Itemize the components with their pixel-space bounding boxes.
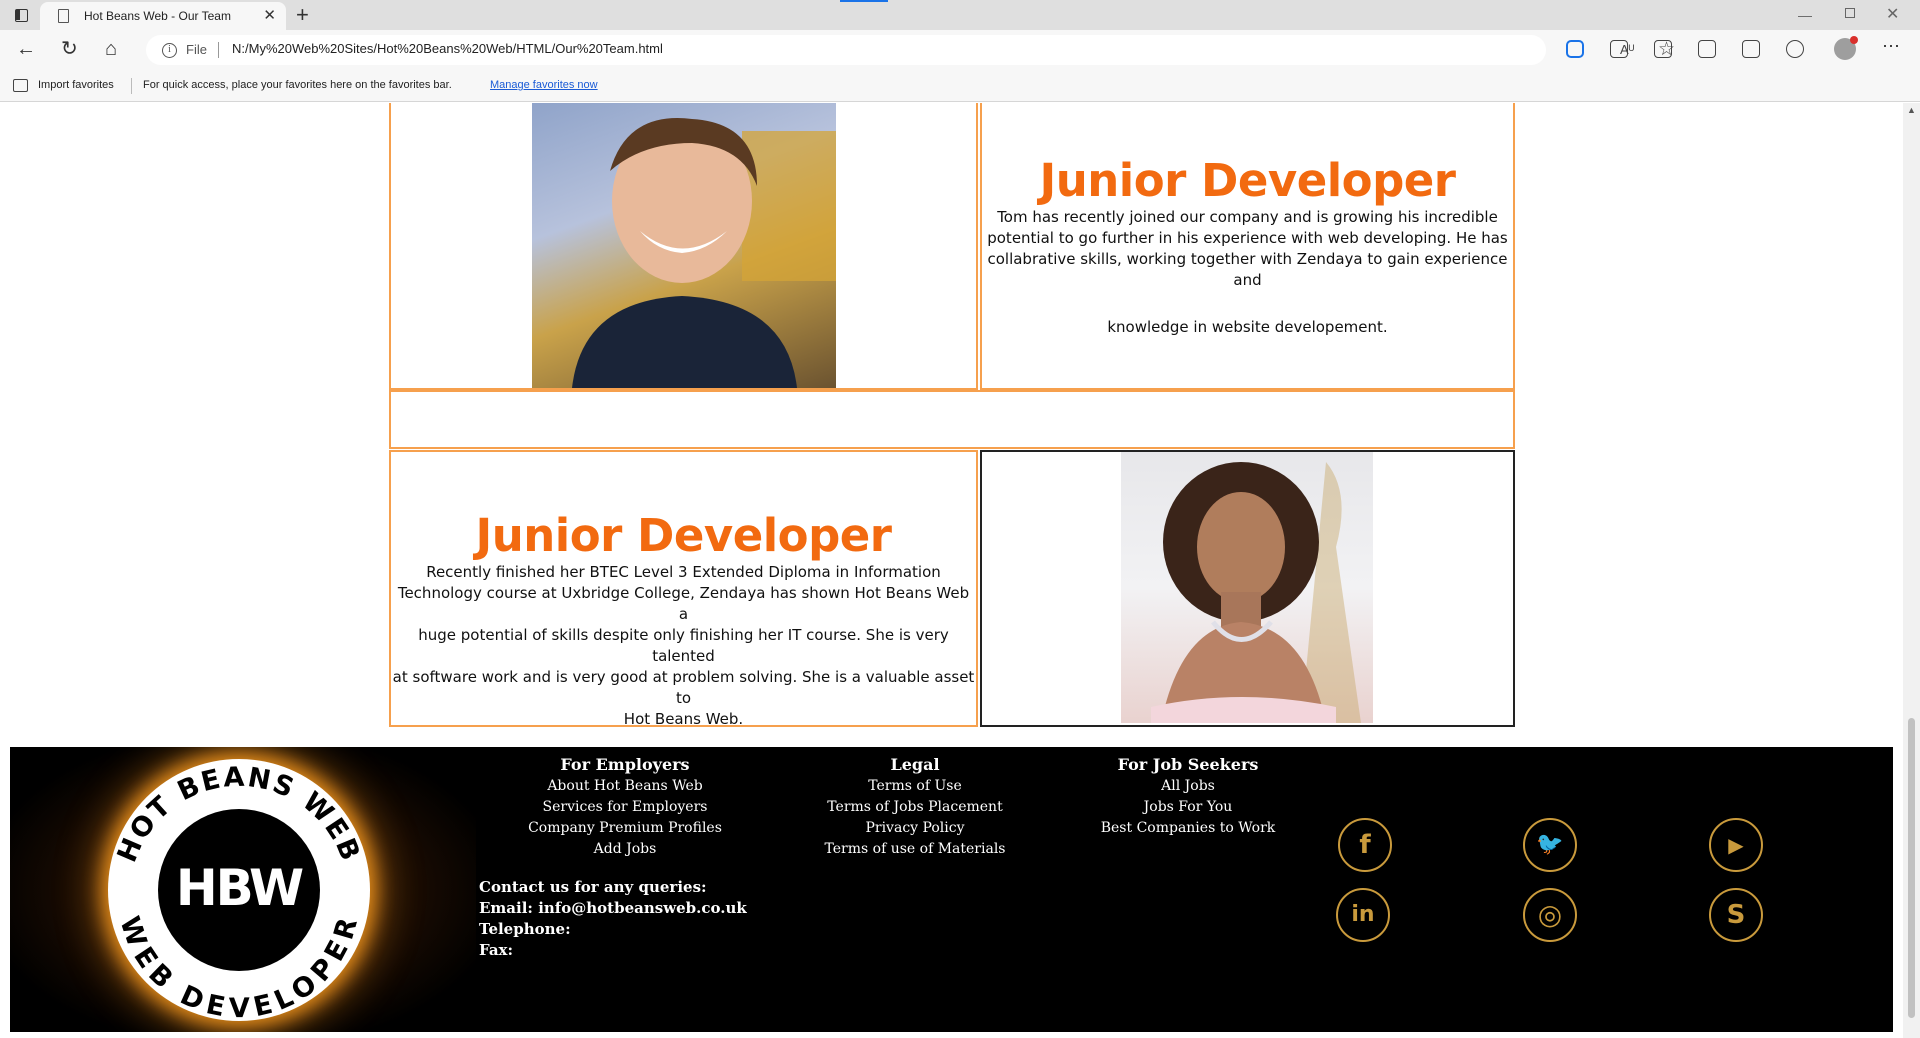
telephone-label: Telephone: bbox=[479, 920, 571, 938]
tab-title: Hot Beans Web - Our Team bbox=[84, 9, 231, 23]
scroll-up-icon[interactable]: ▲ bbox=[1907, 105, 1916, 115]
tom-info-cell: Junior Developer Tom has recently joined… bbox=[980, 103, 1515, 390]
youtube-icon[interactable]: ▶ bbox=[1709, 818, 1763, 872]
legal-heading: Legal bbox=[890, 755, 940, 774]
refresh-icon[interactable]: ↻ bbox=[61, 38, 78, 60]
tom-role-title: Junior Developer bbox=[1039, 154, 1456, 207]
vertical-scrollbar[interactable]: ▲ bbox=[1903, 103, 1920, 1038]
zendaya-bio: Recently finished her BTEC Level 3 Exten… bbox=[391, 562, 976, 730]
info-icon[interactable]: i bbox=[162, 43, 177, 58]
zendaya-bio-line: at software work and is very good at pro… bbox=[392, 668, 975, 707]
tom-bio-line: potential to go further in his experienc… bbox=[987, 229, 1508, 247]
spacer-cell bbox=[389, 390, 1515, 449]
twitter-icon[interactable]: 🐦 bbox=[1523, 818, 1577, 872]
window-close-icon[interactable]: ✕ bbox=[1886, 4, 1899, 24]
file-label: File bbox=[186, 42, 207, 57]
svg-text:HOT BEANS WEB: HOT BEANS WEB bbox=[112, 762, 367, 867]
tom-bio-line: collabrative skills, working together wi… bbox=[987, 250, 1508, 289]
zendaya-bio-line: huge potential of skills despite only fi… bbox=[418, 626, 949, 665]
logo-top-text: HOT BEANS WEB bbox=[112, 762, 365, 867]
new-tab-button[interactable]: + bbox=[296, 2, 309, 28]
tab-loading-indicator bbox=[840, 0, 888, 2]
employers-heading: For Employers bbox=[560, 755, 690, 774]
contact-heading: Contact us for any queries: bbox=[479, 878, 707, 896]
zendaya-role-title: Junior Developer bbox=[475, 509, 892, 562]
home-icon[interactable]: ⌂ bbox=[105, 38, 117, 60]
zendaya-info-cell: Junior Developer Recently finished her B… bbox=[389, 450, 978, 730]
zendaya-bio-line: Hot Beans Web. bbox=[623, 710, 744, 728]
footer-link-privacy[interactable]: Privacy Policy bbox=[810, 818, 1020, 839]
page-viewport: Junior Developer Tom has recently joined… bbox=[0, 103, 1920, 1038]
zendaya-photo bbox=[1121, 452, 1373, 723]
footer-link-premium-profiles[interactable]: Company Premium Profiles bbox=[520, 818, 730, 839]
favorites-message: For quick access, place your favorites h… bbox=[143, 79, 452, 91]
address-bar: ← ↻ ⌂ i File N:/My%20Web%20Sites/Hot%20B… bbox=[0, 30, 1920, 70]
zendaya-photo-cell bbox=[980, 450, 1515, 727]
extensions-icon[interactable] bbox=[1610, 40, 1628, 58]
tom-photo-cell bbox=[389, 103, 978, 390]
contact-email-row: Email: info@hotbeansweb.co.uk bbox=[479, 898, 747, 919]
skype-icon[interactable]: S bbox=[1709, 888, 1763, 942]
footer-link-all-jobs[interactable]: All Jobs bbox=[1083, 776, 1293, 797]
svg-text:WEB DEVELOPER: WEB DEVELOPER bbox=[113, 913, 364, 1025]
notification-dot bbox=[1850, 36, 1858, 44]
collections-icon[interactable] bbox=[1742, 40, 1760, 58]
facebook-icon[interactable]: f bbox=[1338, 818, 1392, 872]
import-favorites-link[interactable]: Import favorites bbox=[38, 79, 114, 91]
legal-column: Legal Terms of Use Terms of Jobs Placeme… bbox=[810, 755, 1020, 860]
site-footer: HOT BEANS WEB WEB DEVELOPER HBW For Empl… bbox=[10, 747, 1893, 1032]
seekers-column: For Job Seekers All Jobs Jobs For You Be… bbox=[1083, 755, 1293, 839]
footer-link-terms-of-use[interactable]: Terms of Use bbox=[810, 776, 1020, 797]
active-tab[interactable]: Hot Beans Web - Our Team ✕ bbox=[40, 2, 286, 30]
scroll-thumb[interactable] bbox=[1908, 718, 1915, 1018]
restore-icon[interactable] bbox=[1845, 8, 1855, 18]
tom-photo bbox=[532, 103, 836, 388]
import-favorites-icon[interactable] bbox=[13, 79, 28, 92]
cast-icon[interactable] bbox=[1654, 40, 1672, 58]
tab-actions-icon[interactable] bbox=[15, 9, 28, 22]
zendaya-bio-line: Recently finished her BTEC Level 3 Exten… bbox=[426, 563, 941, 581]
employers-column: For Employers About Hot Beans Web Servic… bbox=[520, 755, 730, 860]
browser-essentials-icon[interactable] bbox=[1786, 40, 1804, 58]
tab-strip: Hot Beans Web - Our Team ✕ + — ✕ bbox=[0, 0, 1920, 30]
footer-link-materials[interactable]: Terms of use of Materials bbox=[810, 839, 1020, 860]
tom-portrait-illustration bbox=[572, 118, 836, 388]
url-field[interactable]: i File N:/My%20Web%20Sites/Hot%20Beans%2… bbox=[146, 35, 1675, 65]
footer-link-best-companies[interactable]: Best Companies to Work bbox=[1083, 818, 1293, 839]
email-link[interactable]: info@hotbeansweb.co.uk bbox=[538, 899, 747, 917]
email-label: Email: bbox=[479, 899, 533, 917]
back-icon[interactable]: ← bbox=[16, 38, 36, 60]
url-separator bbox=[218, 42, 219, 58]
seekers-heading: For Job Seekers bbox=[1117, 755, 1259, 774]
logo-bottom-text: WEB DEVELOPER bbox=[113, 913, 362, 1025]
tom-bio: Tom has recently joined our company and … bbox=[982, 207, 1513, 338]
footer-link-jobs-for-you[interactable]: Jobs For You bbox=[1083, 797, 1293, 818]
zendaya-portrait-illustration bbox=[1151, 462, 1361, 723]
contact-block: Contact us for any queries: Email: info@… bbox=[479, 877, 747, 961]
profile-avatar[interactable] bbox=[1834, 36, 1858, 60]
fax-label: Fax: bbox=[479, 941, 514, 959]
favorites-bar: Import favorites For quick access, place… bbox=[0, 70, 1920, 102]
copilot-icon[interactable] bbox=[1566, 40, 1584, 58]
close-tab-icon[interactable]: ✕ bbox=[263, 6, 276, 24]
footer-link-about[interactable]: About Hot Beans Web bbox=[520, 776, 730, 797]
logo-letters: HBW bbox=[175, 859, 304, 917]
footer-link-jobs-placement[interactable]: Terms of Jobs Placement bbox=[810, 797, 1020, 818]
favorites-icon[interactable] bbox=[1698, 40, 1716, 58]
footer-link-services[interactable]: Services for Employers bbox=[520, 797, 730, 818]
more-options-icon[interactable]: ⋯ bbox=[1882, 36, 1901, 57]
footer-link-add-jobs[interactable]: Add Jobs bbox=[520, 839, 730, 860]
zendaya-bio-line: Technology course at Uxbridge College, Z… bbox=[397, 584, 970, 623]
instagram-icon[interactable]: ◎ bbox=[1523, 888, 1577, 942]
favorites-separator bbox=[131, 78, 132, 94]
page-icon bbox=[58, 9, 69, 23]
minimize-icon[interactable]: — bbox=[1798, 7, 1812, 23]
tom-bio-line: Tom has recently joined our company and … bbox=[997, 208, 1498, 226]
tom-bio-line: knowledge in website developement. bbox=[1107, 318, 1388, 336]
manage-favorites-link[interactable]: Manage favorites now bbox=[490, 79, 598, 91]
url-text[interactable]: N:/My%20Web%20Sites/Hot%20Beans%20Web/HT… bbox=[232, 41, 663, 56]
linkedin-icon[interactable]: in bbox=[1336, 888, 1390, 942]
hbw-logo: HOT BEANS WEB WEB DEVELOPER HBW bbox=[10, 747, 476, 1032]
